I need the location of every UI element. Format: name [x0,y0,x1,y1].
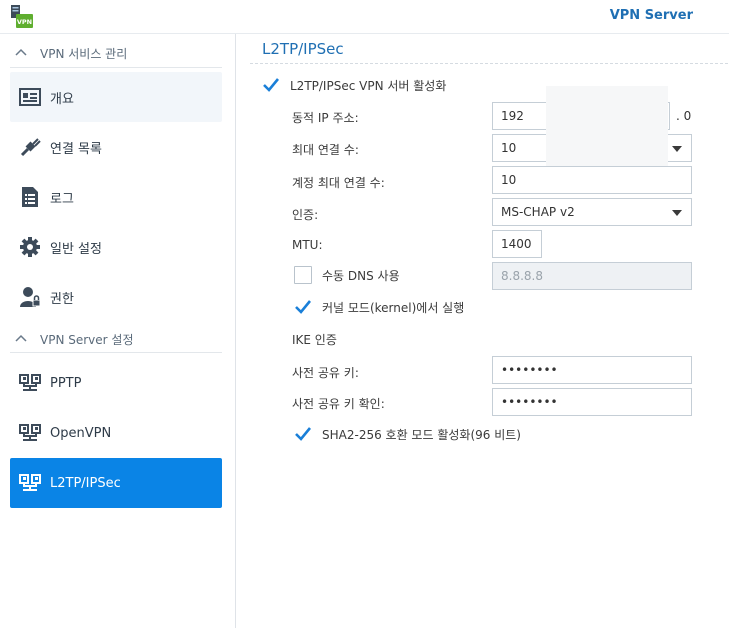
main-panel: L2TP/IPSec L2TP/IPSec VPN 서버 활성화 동적 IP 주… [246,34,729,628]
title-bar: VPN VPN Server [0,0,729,34]
gear-icon [18,235,42,259]
auth-select[interactable]: MS-CHAP v2 [492,198,692,226]
sha2-label: SHA2-256 호환 모드 활성화(96 비트) [322,428,521,442]
psk-confirm-label: 사전 공유 키 확인: [292,397,385,411]
page-title: L2TP/IPSec [262,40,344,58]
account-max-connections-field[interactable]: 10 [492,166,692,194]
mtu-value: 1400 [501,237,532,251]
psk-confirm-value: •••••••• [501,395,558,409]
sidebar-item-label: 일반 설정 [50,241,102,257]
vpn-app-icon: VPN [11,5,33,28]
log-icon [18,185,42,209]
network-icon [18,471,42,495]
sidebar-item-label: 로그 [50,191,74,207]
manual-dns-label: 수동 DNS 사용 [322,269,400,283]
manual-dns-field[interactable]: 8.8.8.8 [492,262,692,290]
sidebar-item-privilege[interactable]: 권한 [10,272,222,322]
section-title-settings: VPN Server 설정 [40,332,134,347]
sidebar-item-log[interactable]: 로그 [10,172,222,222]
sidebar-item-general-settings[interactable]: 일반 설정 [10,222,222,272]
section-header-settings[interactable]: VPN Server 설정 [14,329,133,349]
chevron-down-icon [672,210,682,216]
network-icon [18,421,42,445]
manual-dns-value: 8.8.8.8 [501,269,543,283]
chevron-down-icon [672,146,682,152]
redaction-mask [546,86,668,166]
auth-value: MS-CHAP v2 [501,205,575,219]
network-icon [18,371,42,395]
mtu-label: MTU: [292,238,323,252]
divider [250,63,728,64]
auth-label: 인증: [292,208,319,222]
enable-checkbox[interactable] [262,76,280,94]
overview-icon [18,85,42,109]
manual-dns-checkbox[interactable] [294,266,312,284]
user-privilege-icon [18,285,42,309]
vpn-badge-text: VPN [17,18,32,26]
psk-field[interactable]: •••••••• [492,356,692,384]
sidebar-item-label: 연결 목록 [50,141,102,157]
sidebar-item-label: OpenVPN [50,425,112,441]
dynamic-ip-suffix: . 0 [676,109,692,123]
divider [10,67,222,68]
section-title-manage: VPN 서비스 관리 [40,46,128,61]
sidebar-item-pptp[interactable]: PPTP [10,358,222,408]
chevron-up-icon [15,48,27,56]
psk-label: 사전 공유 키: [292,366,359,380]
sidebar-item-openvpn[interactable]: OpenVPN [10,408,222,458]
dynamic-ip-value: 192 [501,109,524,123]
max-connections-label: 최대 연결 수: [292,143,359,157]
sidebar-item-label: 개요 [50,91,74,107]
app-title: VPN Server [609,8,693,23]
sidebar-item-connection-list[interactable]: 연결 목록 [10,122,222,172]
connection-list-icon [18,135,42,159]
sidebar-item-label: PPTP [50,375,82,391]
divider [10,352,222,353]
psk-value: •••••••• [501,363,558,377]
sidebar-item-label: 권한 [50,291,74,307]
sidebar-item-l2tp-ipsec[interactable]: L2TP/IPSec [10,458,222,508]
section-header-manage[interactable]: VPN 서비스 관리 [14,43,127,63]
account-max-connections-value: 10 [501,173,517,187]
kernel-mode-checkbox[interactable] [294,298,312,316]
enable-label: L2TP/IPSec VPN 서버 활성화 [290,79,447,93]
ike-section-label: IKE 인증 [292,333,337,347]
chevron-up-icon [15,334,27,342]
sidebar-item-overview[interactable]: 개요 [10,72,222,122]
max-connections-value: 10 [501,141,517,155]
kernel-mode-label: 커널 모드(kernel)에서 실행 [322,301,465,315]
account-max-connections-label: 계정 최대 연결 수: [292,176,385,190]
psk-confirm-field[interactable]: •••••••• [492,388,692,416]
dynamic-ip-label: 동적 IP 주소: [292,111,359,125]
mtu-field[interactable]: 1400 [492,230,542,258]
sidebar-item-label: L2TP/IPSec [50,475,121,491]
sha2-checkbox[interactable] [294,425,312,443]
sidebar: VPN 서비스 관리 개요 연결 목록 로그 일반 설정 권한 VPN Serv… [0,34,236,628]
